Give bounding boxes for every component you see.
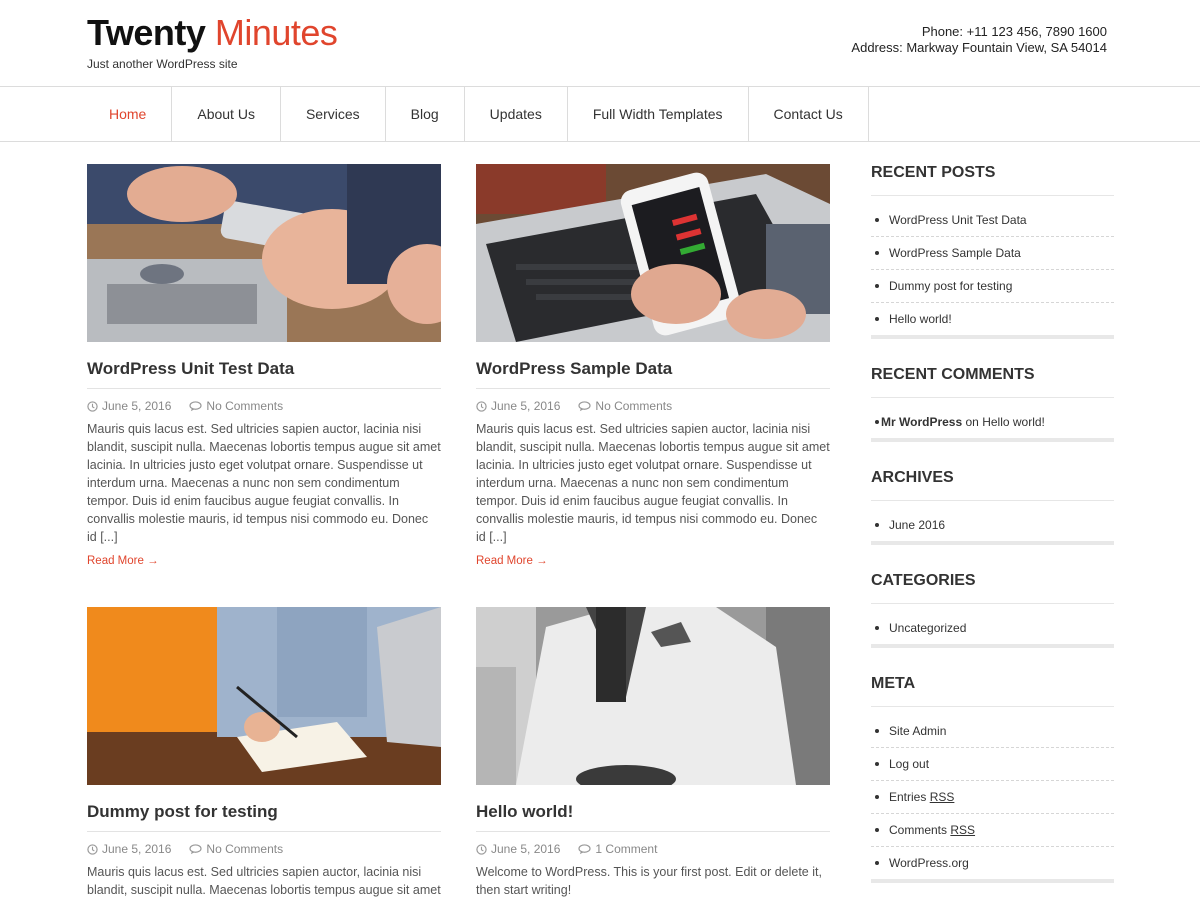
header-contact: Phone: +11 123 456, 7890 1600 Address: M… bbox=[851, 24, 1107, 56]
comment-icon bbox=[189, 843, 203, 854]
clock-icon bbox=[87, 400, 98, 412]
widget-title: META bbox=[871, 675, 1114, 707]
site-tagline: Just another WordPress site bbox=[87, 57, 238, 71]
post-meta: June 5, 2016 No Comments bbox=[87, 842, 441, 856]
categories-list: Uncategorized bbox=[871, 612, 1114, 644]
post-comments[interactable]: No Comments bbox=[206, 399, 283, 413]
nav-item-home[interactable]: Home bbox=[86, 87, 173, 141]
widget-archives: ARCHIVES June 2016 bbox=[871, 469, 1114, 545]
comment-author-link[interactable]: Mr WordPress bbox=[881, 415, 962, 429]
recent-comments-list: Mr WordPress on Hello world! bbox=[871, 406, 1114, 438]
post-title[interactable]: Dummy post for testing bbox=[87, 802, 441, 832]
post-comments[interactable]: 1 Comment bbox=[595, 842, 657, 856]
meta-list: Site Admin Log out Entries RSS Comments … bbox=[871, 715, 1114, 879]
post-meta: June 5, 2016 No Comments bbox=[476, 399, 830, 413]
rss-abbr: RSS bbox=[950, 823, 976, 837]
post-thumbnail-suit-man[interactable] bbox=[476, 607, 830, 785]
rss-abbr: RSS bbox=[929, 790, 955, 804]
recent-post-link[interactable]: Dummy post for testing bbox=[871, 270, 1114, 303]
post-thumbnail-phone-hands[interactable] bbox=[87, 164, 441, 342]
post-date[interactable]: June 5, 2016 bbox=[102, 842, 171, 856]
widget-meta: META Site Admin Log out Entries RSS Comm… bbox=[871, 675, 1114, 883]
meta-entries-rss-link[interactable]: Entries RSS bbox=[871, 781, 1114, 814]
widget-divider bbox=[871, 335, 1114, 339]
header-phone: Phone: +11 123 456, 7890 1600 bbox=[921, 24, 1107, 39]
post-excerpt: Mauris quis lacus est. Sed ultricies sap… bbox=[476, 422, 830, 544]
archives-list: June 2016 bbox=[871, 509, 1114, 541]
widget-divider bbox=[871, 644, 1114, 648]
widget-divider bbox=[871, 438, 1114, 442]
post-card: WordPress Sample Data June 5, 2016 No Co… bbox=[476, 164, 830, 569]
site-title-accent: Minutes bbox=[214, 12, 338, 53]
widget-recent-comments: RECENT COMMENTS Mr WordPress on Hello wo… bbox=[871, 366, 1114, 442]
post-thumbnail-writing-notebook[interactable] bbox=[87, 607, 441, 785]
post-excerpt: Mauris quis lacus est. Sed ultricies sap… bbox=[87, 422, 441, 544]
widget-title: RECENT POSTS bbox=[871, 164, 1114, 196]
post-date[interactable]: June 5, 2016 bbox=[102, 399, 171, 413]
comment-icon bbox=[578, 400, 592, 411]
nav-menu: Home About Us Services Blog Updates Full… bbox=[86, 87, 869, 141]
widget-divider bbox=[871, 879, 1114, 883]
post-title[interactable]: WordPress Sample Data bbox=[476, 359, 830, 389]
nav-item-blog[interactable]: Blog bbox=[386, 87, 465, 141]
widget-title: CATEGORIES bbox=[871, 572, 1114, 604]
widget-divider bbox=[871, 541, 1114, 545]
meta-wordpress-org-link[interactable]: WordPress.org bbox=[871, 847, 1114, 879]
nav-item-full-width-templates[interactable]: Full Width Templates bbox=[568, 87, 749, 141]
meta-comments-rss-link[interactable]: Comments RSS bbox=[871, 814, 1114, 847]
post-card: WordPress Unit Test Data June 5, 2016 No… bbox=[87, 164, 441, 569]
entries-rss-prefix: Entries bbox=[889, 790, 927, 804]
widget-title: ARCHIVES bbox=[871, 469, 1114, 501]
read-more-link[interactable]: Read More → bbox=[476, 555, 548, 567]
nav-item-services[interactable]: Services bbox=[281, 87, 386, 141]
post-card: Hello world! June 5, 2016 1 Comment Welc… bbox=[476, 607, 830, 899]
post-meta: June 5, 2016 1 Comment bbox=[476, 842, 830, 856]
post-comments[interactable]: No Comments bbox=[206, 842, 283, 856]
recent-comment-item: Mr WordPress on Hello world! bbox=[871, 406, 1114, 438]
nav-item-about-us[interactable]: About Us bbox=[172, 87, 281, 141]
comments-rss-prefix: Comments bbox=[889, 823, 948, 837]
clock-icon bbox=[87, 843, 98, 855]
post-date[interactable]: June 5, 2016 bbox=[491, 842, 560, 856]
category-link[interactable]: Uncategorized bbox=[871, 612, 1114, 644]
post-meta: June 5, 2016 No Comments bbox=[87, 399, 441, 413]
comment-post-link[interactable]: Hello world! bbox=[982, 415, 1045, 429]
post-date[interactable]: June 5, 2016 bbox=[491, 399, 560, 413]
recent-posts-list: WordPress Unit Test Data WordPress Sampl… bbox=[871, 204, 1114, 335]
site-header: Twenty Minutes Just another WordPress si… bbox=[0, 0, 1200, 86]
site-logo[interactable]: Twenty Minutes bbox=[87, 12, 338, 54]
nav-item-contact-us[interactable]: Contact Us bbox=[749, 87, 869, 141]
post-comments[interactable]: No Comments bbox=[595, 399, 672, 413]
post-excerpt: Mauris quis lacus est. Sed ultricies sap… bbox=[87, 865, 441, 897]
nav-item-updates[interactable]: Updates bbox=[465, 87, 568, 141]
clock-icon bbox=[476, 843, 487, 855]
recent-post-link[interactable]: WordPress Unit Test Data bbox=[871, 204, 1114, 237]
recent-post-link[interactable]: WordPress Sample Data bbox=[871, 237, 1114, 270]
meta-log-out-link[interactable]: Log out bbox=[871, 748, 1114, 781]
site-title-main: Twenty bbox=[87, 12, 206, 53]
comment-on-text: on bbox=[965, 415, 979, 429]
main-navigation: Home About Us Services Blog Updates Full… bbox=[0, 86, 1200, 142]
sidebar: RECENT POSTS WordPress Unit Test Data Wo… bbox=[871, 164, 1114, 900]
post-card: Dummy post for testing June 5, 2016 No C… bbox=[87, 607, 441, 899]
comment-icon bbox=[189, 400, 203, 411]
clock-icon bbox=[476, 400, 487, 412]
widget-title: RECENT COMMENTS bbox=[871, 366, 1114, 398]
widget-recent-posts: RECENT POSTS WordPress Unit Test Data Wo… bbox=[871, 164, 1114, 339]
recent-post-link[interactable]: Hello world! bbox=[871, 303, 1114, 335]
post-thumbnail-laptop-phone[interactable] bbox=[476, 164, 830, 342]
post-title[interactable]: Hello world! bbox=[476, 802, 830, 832]
post-excerpt: Welcome to WordPress. This is your first… bbox=[476, 865, 822, 897]
comment-icon bbox=[578, 843, 592, 854]
post-title[interactable]: WordPress Unit Test Data bbox=[87, 359, 441, 389]
widget-categories: CATEGORIES Uncategorized bbox=[871, 572, 1114, 648]
header-address: Address: Markway Fountain View, SA 54014 bbox=[851, 40, 1107, 55]
archive-link[interactable]: June 2016 bbox=[871, 509, 1114, 541]
meta-site-admin-link[interactable]: Site Admin bbox=[871, 715, 1114, 748]
read-more-link[interactable]: Read More → bbox=[87, 555, 159, 567]
